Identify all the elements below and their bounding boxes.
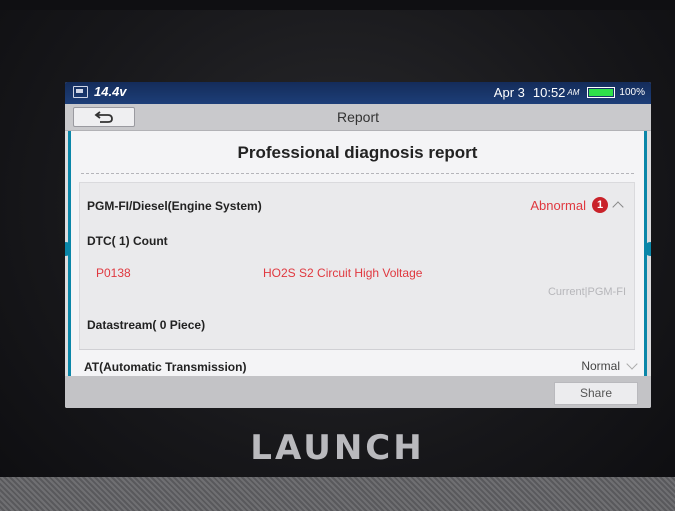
battery-voltage: 14.4v <box>94 84 127 99</box>
brand-logo: LAUNCH <box>250 428 425 468</box>
footer-bar: Share <box>65 376 651 408</box>
title-bar: Report <box>65 104 651 131</box>
report-card: Professional diagnosis report PGM-FI/Die… <box>68 131 647 376</box>
heading-divider <box>81 173 634 174</box>
section-title-transmission: AT(Automatic Transmission) <box>84 360 247 374</box>
section-status-group-transmission[interactable]: Normal <box>581 358 638 373</box>
status-ampm: AM <box>567 88 580 97</box>
battery-icon <box>587 87 616 98</box>
device-frame: 14.4v Apr 3 10:52 AM 100% Report Profess… <box>0 0 675 511</box>
dtc-description: HO2S S2 Circuit High Voltage <box>263 266 423 280</box>
status-bar: 14.4v Apr 3 10:52 AM 100% <box>65 82 651 104</box>
status-date: Apr 3 <box>493 85 525 100</box>
section-engine-system[interactable]: PGM-FI/Diesel(Engine System) Abnormal 1 … <box>79 182 635 350</box>
battery-percentage: 100% <box>619 87 645 98</box>
datastream-count-label: Datastream( 0 Piece) <box>87 318 206 332</box>
abnormal-status: Abnormal <box>530 197 586 213</box>
dtc-code: P0138 <box>96 266 131 280</box>
normal-status: Normal <box>581 359 620 373</box>
dtc-system-label: Current|PGM-FI <box>547 286 626 298</box>
status-left: 14.4v <box>73 84 127 99</box>
page-title: Report <box>336 109 380 125</box>
chevron-down-icon[interactable] <box>626 358 638 370</box>
app-window-icon <box>73 85 88 98</box>
fault-count-badge: 1 <box>592 197 608 213</box>
section-status-group[interactable]: Abnormal 1 <box>530 197 624 213</box>
status-time: 10:52 <box>532 85 566 100</box>
chevron-up-icon[interactable] <box>612 201 624 213</box>
table-surface <box>0 477 675 511</box>
bezel-top <box>0 0 675 10</box>
section-divider <box>79 349 635 350</box>
share-button[interactable]: Share <box>554 382 638 405</box>
status-right: Apr 3 10:52 AM 100% <box>494 85 645 100</box>
device-screen: 14.4v Apr 3 10:52 AM 100% Report Profess… <box>65 82 651 408</box>
dtc-count-label: DTC( 1) Count <box>87 234 168 248</box>
report-heading: Professional diagnosis report <box>237 143 478 162</box>
section-title: PGM-FI/Diesel(Engine System) <box>87 199 262 213</box>
